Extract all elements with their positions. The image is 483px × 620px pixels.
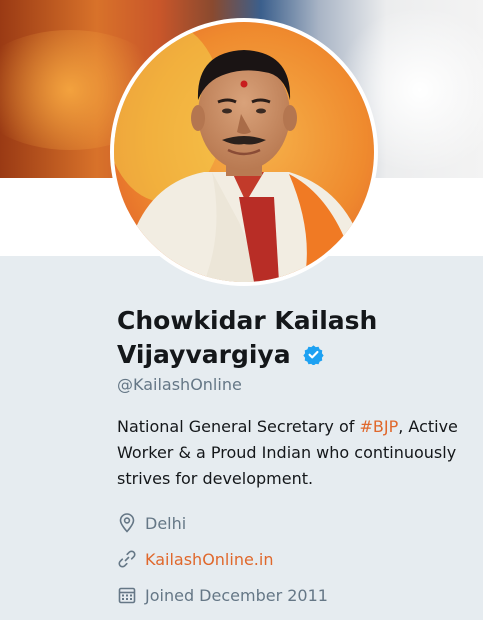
avatar-photo bbox=[114, 22, 374, 282]
link-icon bbox=[118, 550, 136, 568]
profile-location: Delhi bbox=[117, 512, 186, 534]
profile-handle[interactable]: @KailashOnline bbox=[117, 375, 242, 394]
profile-join-date: Joined December 2011 bbox=[117, 584, 328, 606]
profile-website: KailashOnline.in bbox=[117, 548, 273, 570]
calendar-icon bbox=[118, 587, 136, 604]
profile-display-name: Chowkidar Kailash Vijayvargiya bbox=[117, 304, 477, 372]
profile-name-line2: Vijayvargiya bbox=[117, 340, 291, 369]
profile-name-line1: Chowkidar Kailash bbox=[117, 306, 378, 335]
location-text: Delhi bbox=[145, 513, 187, 533]
hashtag-link[interactable]: #BJP bbox=[359, 417, 398, 436]
verified-badge-icon bbox=[303, 345, 324, 365]
joined-text: Joined December 2011 bbox=[145, 585, 328, 605]
profile-bio: National General Secretary of #BJP, Acti… bbox=[117, 414, 467, 492]
website-link[interactable]: KailashOnline.in bbox=[145, 550, 273, 569]
location-pin-icon bbox=[119, 513, 135, 533]
avatar[interactable] bbox=[110, 18, 378, 286]
bio-text: National General Secretary of bbox=[117, 417, 360, 436]
